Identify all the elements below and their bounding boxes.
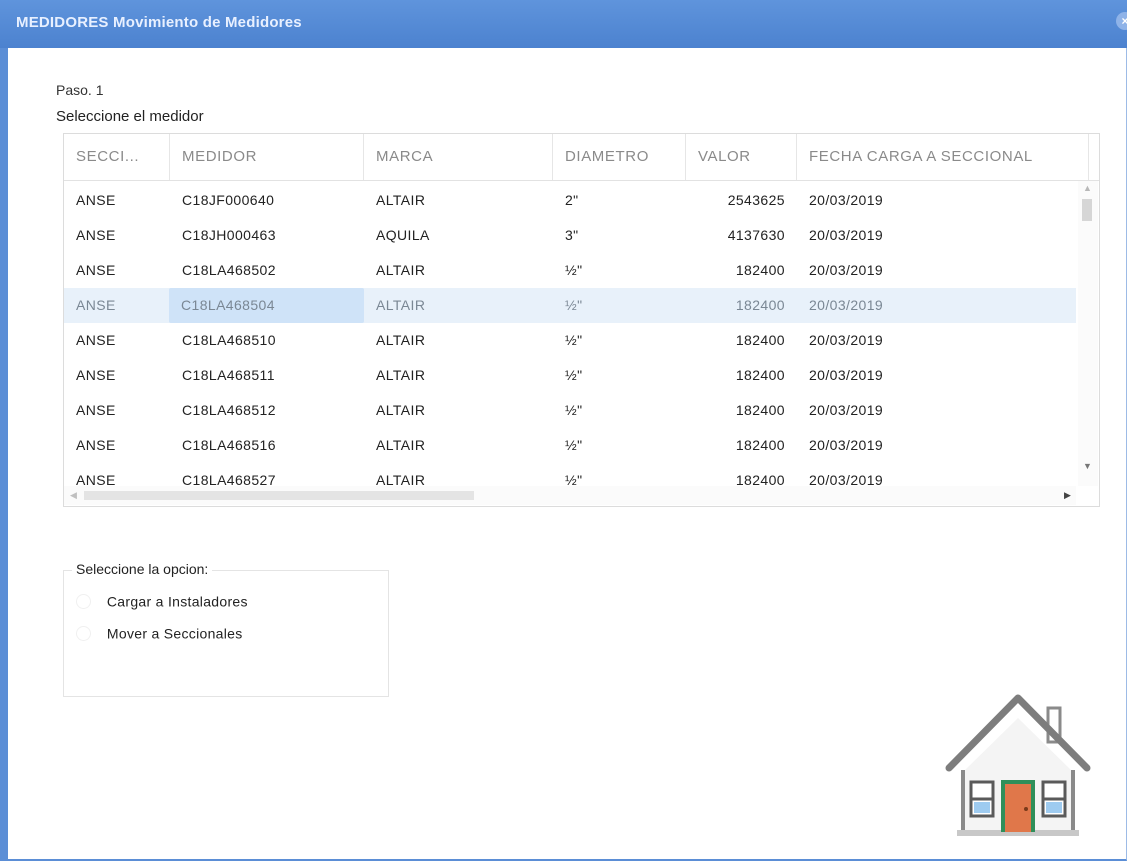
cell-fecha: 20/03/2019	[809, 262, 884, 278]
cell-marca: AQUILA	[376, 227, 430, 243]
table-row[interactable]: ANSE C18LA468516 ALTAIR ½" 182400 20/03/2019	[64, 428, 1076, 463]
cell-valor: 182400	[735, 262, 785, 278]
cell-seccional: ANSE	[76, 262, 116, 278]
scroll-left-icon[interactable]: ◀	[70, 490, 77, 501]
home-button[interactable]	[943, 690, 1093, 840]
cell-seccional: ANSE	[76, 332, 116, 348]
cell-valor: 182400	[735, 437, 785, 453]
column-header-valor[interactable]: VALOR	[686, 134, 797, 180]
table-row[interactable]: ANSE C18LA468510 ALTAIR ½" 182400 20/03/2019	[64, 323, 1076, 358]
table-row[interactable]: ANSE C18LA468504 ALTAIR ½" 182400 20/03/2019	[64, 288, 1076, 323]
scroll-up-icon[interactable]: ▲	[1083, 183, 1092, 193]
radio-cargar-instaladores[interactable]	[76, 593, 91, 609]
step-label: Paso. 1	[56, 82, 104, 98]
cell-fecha: 20/03/2019	[809, 367, 884, 383]
cell-marca: ALTAIR	[376, 262, 426, 278]
cell-valor: 182400	[735, 367, 785, 383]
table-row[interactable]: ANSE C18LA468511 ALTAIR ½" 182400 20/03/2019	[64, 358, 1076, 393]
cell-medidor: C18LA468502	[182, 262, 276, 278]
vertical-scrollbar[interactable]: ▲ ▼	[1078, 181, 1098, 486]
table-row[interactable]: ANSE C18LA468502 ALTAIR ½" 182400 20/03/2019	[64, 253, 1076, 288]
cell-fecha: 20/03/2019	[809, 332, 884, 348]
cell-medidor: C18LA468527	[182, 472, 276, 486]
cell-seccional: ANSE	[76, 192, 116, 208]
option-label: Mover a Seccionales	[106, 625, 243, 642]
cell-valor: 2543625	[727, 192, 785, 208]
option-mover-seccionales[interactable]: Mover a Seccionales	[76, 621, 243, 643]
cell-fecha: 20/03/2019	[809, 437, 884, 453]
meters-grid[interactable]: SECCI... MEDIDOR MARCA DIAMETRO VALOR FE…	[63, 133, 1100, 507]
title-bar[interactable]: MEDIDORES Movimiento de Medidores ×	[0, 0, 1127, 48]
option-cargar-instaladores[interactable]: Cargar a Instaladores	[76, 589, 248, 611]
cell-valor: 182400	[735, 297, 785, 313]
cell-diametro: ½"	[565, 437, 583, 453]
cell-fecha: 20/03/2019	[809, 192, 884, 208]
grid-header: SECCI... MEDIDOR MARCA DIAMETRO VALOR FE…	[64, 134, 1099, 181]
cell-medidor: C18LA468512	[182, 402, 276, 418]
cell-diametro: ½"	[565, 402, 583, 418]
cell-fecha: 20/03/2019	[809, 297, 884, 313]
table-row[interactable]: ANSE C18LA468512 ALTAIR ½" 182400 20/03/2019	[64, 393, 1076, 428]
horizontal-scroll-thumb[interactable]	[84, 491, 474, 500]
option-label: Cargar a Instaladores	[106, 593, 248, 610]
scroll-down-icon[interactable]: ▼	[1083, 461, 1092, 471]
house-icon	[945, 694, 1091, 836]
cell-diametro: ½"	[565, 332, 583, 348]
cell-medidor: C18LA468510	[182, 332, 276, 348]
scroll-right-icon[interactable]: ▶	[1064, 490, 1071, 501]
cell-fecha: 20/03/2019	[809, 472, 884, 486]
cell-medidor: C18LA468511	[182, 367, 275, 383]
cell-seccional: ANSE	[76, 227, 116, 243]
cell-seccional: ANSE	[76, 472, 116, 486]
cell-diametro: ½"	[565, 472, 583, 486]
select-meter-label: Seleccione el medidor	[56, 108, 204, 125]
options-group: Seleccione la opcion: Cargar a Instalado…	[63, 561, 389, 697]
cell-marca: ALTAIR	[376, 472, 426, 486]
cell-diametro: 2"	[565, 192, 579, 208]
cell-medidor: C18LA468516	[182, 437, 276, 453]
column-header-diametro[interactable]: DIAMETRO	[553, 134, 686, 180]
grid-body: ANSE C18JF000640 ALTAIR 2" 2543625 20/03/2019…	[64, 181, 1076, 486]
column-header-medidor[interactable]: MEDIDOR	[170, 134, 364, 180]
vertical-scroll-thumb[interactable]	[1082, 199, 1092, 221]
cell-seccional: ANSE	[76, 402, 116, 418]
radio-mover-seccionales[interactable]	[76, 625, 91, 641]
cell-diametro: 3"	[565, 227, 579, 243]
cell-seccional: ANSE	[76, 367, 116, 383]
cell-fecha: 20/03/2019	[809, 227, 884, 243]
column-header-fecha[interactable]: FECHA CARGA A SECCIONAL	[797, 134, 1089, 180]
cell-valor: 182400	[735, 402, 785, 418]
cell-seccional: ANSE	[76, 437, 116, 453]
cell-diametro: ½"	[565, 262, 583, 278]
cell-valor: 4137630	[727, 227, 785, 243]
column-header-seccional[interactable]: SECCI...	[64, 134, 170, 180]
cell-medidor: C18JH000463	[182, 227, 276, 243]
cell-medidor: C18JF000640	[182, 192, 275, 208]
cell-marca: ALTAIR	[376, 297, 426, 313]
table-row[interactable]: ANSE C18LA468527 ALTAIR ½" 182400 20/03/2019	[64, 463, 1076, 486]
column-header-marca[interactable]: MARCA	[364, 134, 553, 180]
cell-seccional: ANSE	[76, 297, 116, 313]
cell-valor: 182400	[735, 332, 785, 348]
cell-marca: ALTAIR	[376, 192, 426, 208]
main-window: MEDIDORES Movimiento de Medidores × Paso…	[0, 0, 1127, 861]
cell-marca: ALTAIR	[376, 402, 426, 418]
close-icon[interactable]: ×	[1116, 12, 1127, 30]
cell-diametro: ½"	[565, 367, 583, 383]
table-row[interactable]: ANSE C18JH000463 AQUILA 3" 4137630 20/03/2019	[64, 218, 1076, 253]
cell-valor: 182400	[735, 472, 785, 486]
cell-marca: ALTAIR	[376, 332, 426, 348]
window-title: MEDIDORES Movimiento de Medidores	[16, 14, 302, 31]
cell-marca: ALTAIR	[376, 437, 426, 453]
cell-diametro: ½"	[565, 297, 583, 313]
horizontal-scrollbar[interactable]: ◀ ▶	[64, 486, 1076, 505]
cell-marca: ALTAIR	[376, 367, 426, 383]
cell-fecha: 20/03/2019	[809, 402, 884, 418]
cell-medidor: C18LA468504	[169, 288, 364, 323]
table-row[interactable]: ANSE C18JF000640 ALTAIR 2" 2543625 20/03/2019	[64, 183, 1076, 218]
options-legend: Seleccione la opcion:	[72, 561, 213, 577]
